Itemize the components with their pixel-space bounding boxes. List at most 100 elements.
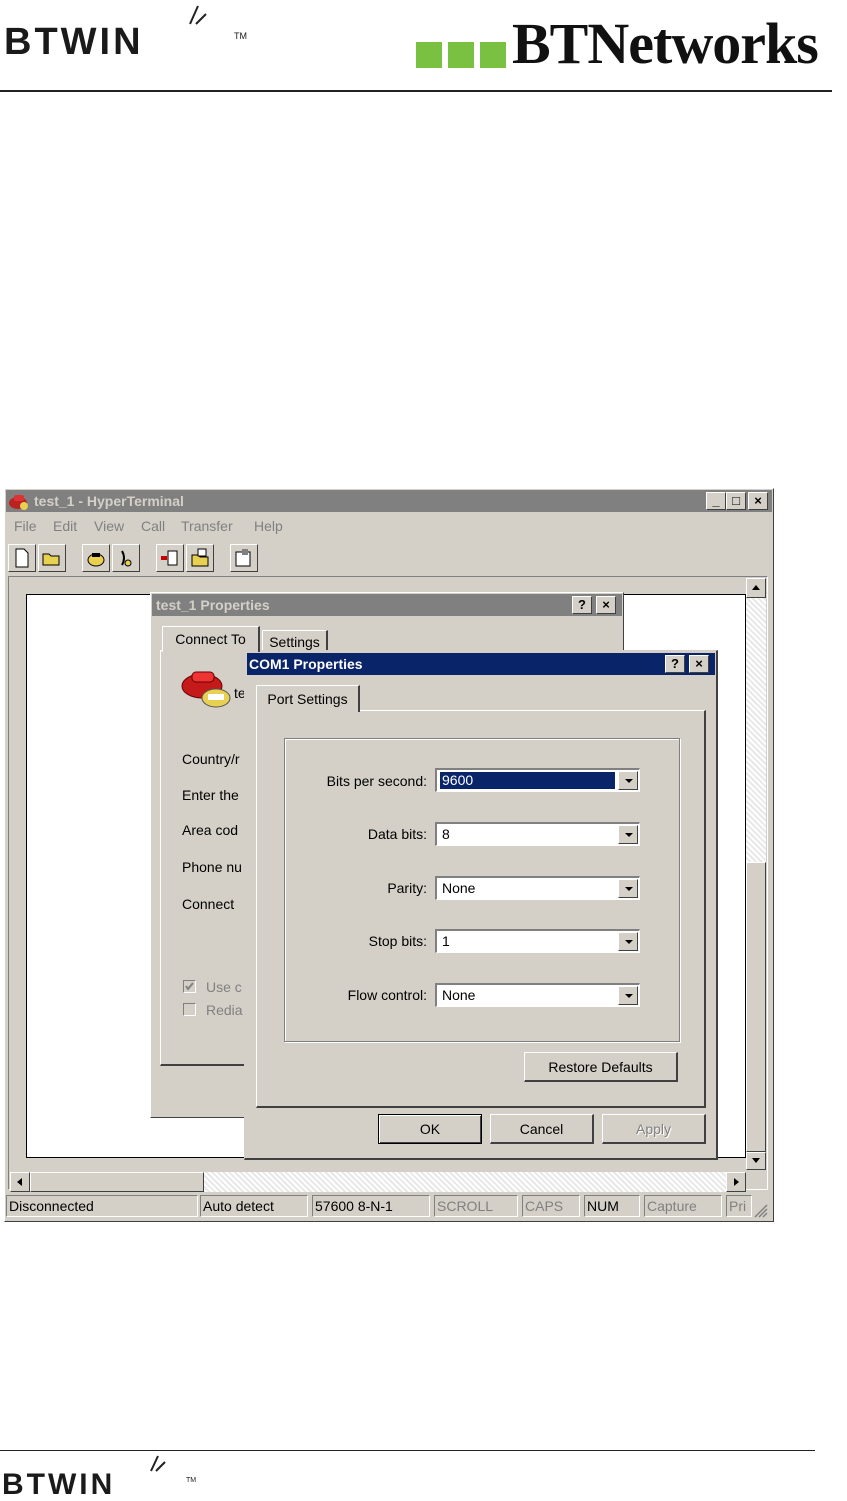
menu-call[interactable]: Call [141, 518, 165, 534]
minimize-button[interactable]: _ [706, 492, 726, 510]
parity-dropdown-button[interactable] [618, 879, 638, 898]
menu-transfer[interactable]: Transfer [181, 518, 233, 534]
btwin-logo-text: BTWIN [4, 21, 144, 63]
connect-using-label: Connect [182, 896, 235, 912]
menu-edit[interactable]: Edit [53, 518, 77, 534]
com1-close-button[interactable]: × [689, 655, 709, 673]
properties-title: test_1 Properties [156, 597, 270, 613]
scroll-right-button[interactable] [726, 1172, 746, 1192]
parity-label: Parity: [387, 880, 427, 896]
flow-control-select[interactable]: None [435, 983, 640, 1007]
open-button[interactable] [38, 544, 66, 572]
menu-file[interactable]: File [14, 518, 37, 534]
properties-title-bar[interactable]: test_1 Properties ? × [152, 594, 622, 616]
properties-close-button[interactable]: × [596, 596, 616, 614]
status-caps: CAPS [522, 1195, 580, 1217]
properties-icon [235, 549, 251, 567]
receive-button[interactable] [186, 544, 214, 572]
phone-icon [87, 553, 105, 567]
cancel-button[interactable]: Cancel [490, 1114, 594, 1144]
stop-bits-label: Stop bits: [368, 933, 427, 949]
area-code-label: Area cod [182, 822, 239, 838]
disconnect-button[interactable] [112, 544, 140, 572]
spark-icon [189, 5, 207, 25]
menu-view[interactable]: View [94, 518, 124, 534]
hscroll-thumb[interactable] [30, 1172, 204, 1192]
status-capture: Capture [644, 1195, 722, 1217]
flow-control-dropdown-button[interactable] [618, 986, 638, 1005]
use-country-code-label: Use c [206, 979, 242, 995]
phone-connection-icon [181, 671, 231, 708]
trademark: TM [234, 31, 247, 41]
status-print: Pri [726, 1195, 752, 1217]
properties-button[interactable] [230, 544, 258, 572]
btwin-logo: BTWIN TM [4, 5, 247, 63]
com1-title: COM1 Properties [249, 656, 363, 672]
main-title-bar[interactable]: test_1 - HyperTerminal _ □ × [6, 490, 772, 512]
footer-divider [0, 1450, 815, 1451]
status-detect: Auto detect [200, 1195, 308, 1217]
menu-help[interactable]: Help [254, 518, 283, 534]
new-button[interactable] [8, 544, 36, 572]
redial-checkbox[interactable] [183, 1003, 196, 1016]
stop-bits-dropdown-button[interactable] [618, 932, 638, 951]
parity-select[interactable]: None [435, 876, 640, 900]
scroll-up-button[interactable] [746, 578, 766, 598]
tab-settings[interactable]: Settings [262, 630, 328, 652]
main-window-title: test_1 - HyperTerminal [34, 493, 184, 509]
maximize-button[interactable]: □ [726, 492, 746, 510]
com1-help-button[interactable]: ? [665, 655, 685, 673]
data-bits-label: Data bits: [367, 826, 427, 842]
resize-grip-icon[interactable] [754, 1204, 768, 1218]
properties-help-button[interactable]: ? [572, 596, 592, 614]
chevron-down-icon [625, 940, 633, 944]
status-num: NUM [584, 1195, 640, 1217]
data-bits-dropdown-button[interactable] [618, 825, 638, 844]
btnetworks-logo: BTNetworks [416, 14, 846, 74]
apply-button[interactable]: Apply [602, 1114, 706, 1144]
bits-per-second-value: 9600 [440, 772, 615, 789]
chevron-down-icon [625, 833, 633, 837]
tab-connect-to[interactable]: Connect To [162, 626, 260, 652]
ok-label: OK [419, 1121, 441, 1137]
send-file-icon [161, 550, 178, 566]
header-divider [0, 90, 832, 92]
tab-port-settings[interactable]: Port Settings [256, 685, 360, 712]
chevron-down-icon [625, 779, 633, 783]
scroll-left-button[interactable] [10, 1172, 30, 1192]
scroll-thumb[interactable] [746, 862, 766, 1152]
scroll-down-button[interactable] [746, 1152, 766, 1170]
bits-dropdown-button[interactable] [618, 771, 638, 790]
stop-bits-value: 1 [442, 933, 450, 949]
receive-file-icon [191, 548, 209, 567]
logo-square-icon [416, 42, 442, 68]
hangup-icon [121, 550, 132, 567]
bits-per-second-label: Bits per second: [326, 773, 427, 789]
data-bits-select[interactable]: 8 [435, 822, 640, 846]
data-bits-value: 8 [442, 826, 450, 842]
parity-value: None [442, 880, 476, 896]
chevron-down-icon [625, 887, 633, 891]
send-button[interactable] [156, 544, 184, 572]
redial-label: Redia [206, 1002, 243, 1018]
bits-per-second-select[interactable]: 9600 [435, 768, 640, 792]
restore-defaults-button[interactable]: Restore Defaults [524, 1052, 678, 1082]
new-file-icon [15, 548, 29, 568]
stop-bits-select[interactable]: 1 [435, 929, 640, 953]
phone-number-label: Phone nu [182, 859, 242, 875]
country-label: Country/r [182, 751, 240, 767]
ok-button[interactable]: OK [378, 1114, 482, 1144]
checkmark-icon [185, 982, 194, 991]
status-connection: Disconnected [6, 1195, 198, 1217]
flow-control-label: Flow control: [347, 987, 427, 1003]
connect-button[interactable] [82, 544, 110, 572]
footer-trademark: TM [186, 1477, 197, 1484]
footer-btwin-logo-text: BTWIN [2, 1468, 116, 1501]
chevron-down-icon [625, 994, 633, 998]
use-country-code-checkbox[interactable] [183, 980, 196, 993]
logo-square-icon [480, 42, 506, 68]
com1-title-bar[interactable]: COM1 Properties ? × [247, 653, 715, 675]
footer-spark-icon [150, 1455, 166, 1472]
close-button[interactable]: × [748, 492, 768, 510]
status-port-settings: 57600 8-N-1 [312, 1195, 430, 1217]
